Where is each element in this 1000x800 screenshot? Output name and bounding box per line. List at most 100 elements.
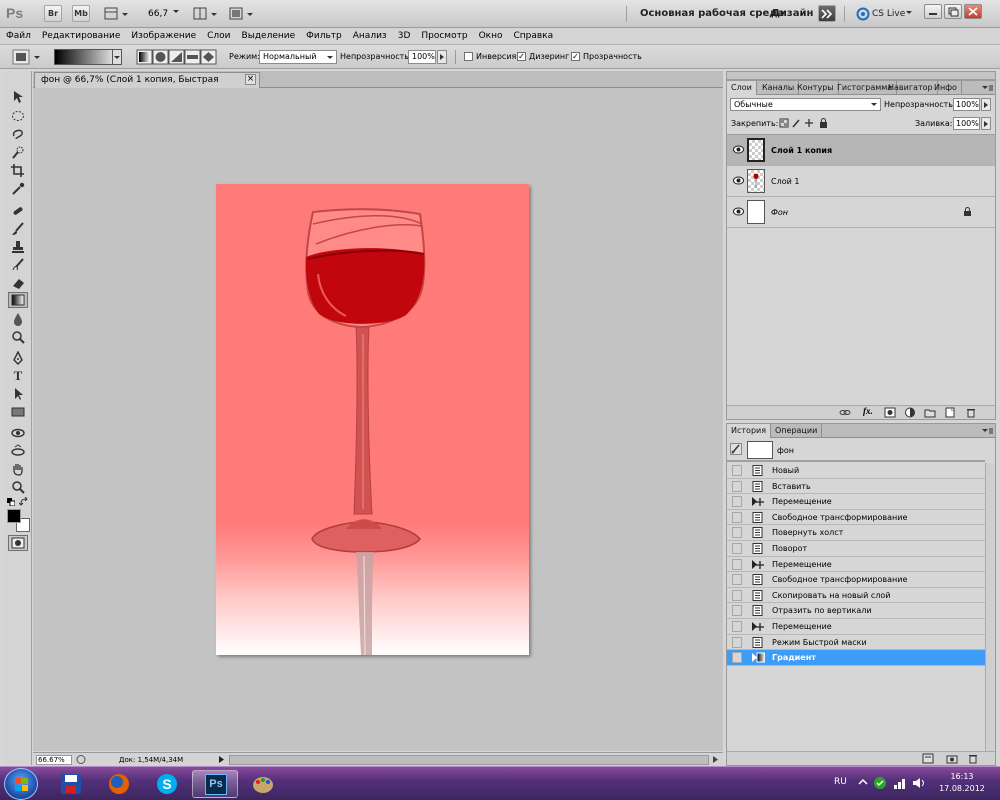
quick-selection-tool-icon[interactable] xyxy=(8,144,28,160)
menu-edit[interactable]: Редактирование xyxy=(42,31,121,41)
pen-tool-icon[interactable] xyxy=(8,350,28,366)
more-workspaces-button[interactable] xyxy=(818,5,836,22)
crop-tool-icon[interactable] xyxy=(8,163,28,179)
zoom-percentage-input[interactable]: 66.67% xyxy=(36,755,72,765)
new-layer-icon[interactable] xyxy=(944,407,956,418)
history-item[interactable]: Перемещение xyxy=(727,557,985,573)
firefox-icon[interactable] xyxy=(96,770,142,798)
menu-select[interactable]: Выделение xyxy=(242,31,296,41)
cs-live-label[interactable]: CS Live xyxy=(872,9,905,19)
history-source-checkbox[interactable] xyxy=(732,496,742,508)
chevron-down-icon[interactable] xyxy=(905,9,913,17)
tool-preset-icon[interactable] xyxy=(12,49,42,65)
chevron-down-icon[interactable] xyxy=(172,8,180,16)
horizontal-scrollbar[interactable] xyxy=(229,755,709,765)
tab-layers[interactable]: Слои xyxy=(727,81,757,95)
close-button[interactable] xyxy=(964,4,982,19)
show-hidden-icons[interactable] xyxy=(858,777,868,787)
eye-icon[interactable] xyxy=(733,145,744,154)
layer-row[interactable]: Слой 1 xyxy=(727,166,995,197)
status-info-icon[interactable] xyxy=(75,754,87,765)
move-tool-icon[interactable] xyxy=(8,89,28,105)
history-snapshot-row[interactable]: фон xyxy=(727,439,985,462)
zoom-level-display[interactable]: 66,7 xyxy=(148,9,168,19)
3d-orbit-tool-icon[interactable] xyxy=(8,443,28,459)
path-selection-tool-icon[interactable] xyxy=(8,386,28,402)
system-clock[interactable]: 16:13 17.08.2012 xyxy=(932,771,992,795)
volume-icon[interactable] xyxy=(912,776,926,790)
default-colors-icon[interactable] xyxy=(7,498,15,506)
menu-window[interactable]: Окно xyxy=(479,31,503,41)
arrange-documents-icon[interactable] xyxy=(193,6,219,22)
history-item[interactable]: Свободное трансформирование xyxy=(727,572,985,588)
history-scrollbar[interactable] xyxy=(985,463,995,751)
close-document-icon[interactable]: × xyxy=(245,74,256,85)
clone-stamp-tool-icon[interactable] xyxy=(8,239,28,255)
view-extras-icon[interactable] xyxy=(104,6,130,22)
fill-input[interactable]: 100% xyxy=(953,117,980,130)
tab-history[interactable]: История xyxy=(727,424,772,438)
menu-help[interactable]: Справка xyxy=(513,31,553,41)
cs-live-icon[interactable] xyxy=(856,7,870,21)
history-source-checkbox[interactable] xyxy=(732,465,742,476)
foreground-color-swatch[interactable] xyxy=(7,509,21,523)
3d-rotate-tool-icon[interactable] xyxy=(8,425,28,441)
history-item[interactable]: Новый xyxy=(727,463,985,479)
delete-layer-icon[interactable] xyxy=(965,407,977,418)
taskbar-save-app-icon[interactable] xyxy=(48,770,94,798)
menu-image[interactable]: Изображение xyxy=(131,31,196,41)
link-layers-icon[interactable] xyxy=(839,407,851,418)
skype-icon[interactable]: S xyxy=(144,770,190,798)
adjustment-layer-icon[interactable] xyxy=(904,407,916,418)
eye-icon[interactable] xyxy=(733,207,744,216)
lasso-tool-icon[interactable] xyxy=(8,126,28,142)
history-item[interactable]: Отразить по вертикали xyxy=(727,603,985,619)
tab-info[interactable]: Инфо xyxy=(930,81,962,95)
history-source-checkbox[interactable] xyxy=(732,621,742,632)
menu-analysis[interactable]: Анализ xyxy=(353,31,387,41)
bridge-button[interactable]: Br xyxy=(44,5,62,22)
history-source-checkbox[interactable] xyxy=(732,652,742,664)
minibridge-button[interactable]: Mb xyxy=(72,5,90,22)
transparency-checkbox[interactable]: ✓ xyxy=(571,52,580,61)
tab-actions[interactable]: Операции xyxy=(771,424,823,438)
dodge-tool-icon[interactable] xyxy=(8,329,28,345)
new-snapshot-icon[interactable] xyxy=(946,753,958,764)
update-tray-icon[interactable] xyxy=(873,776,887,790)
fill-slider-button[interactable] xyxy=(981,117,991,130)
history-source-checkbox[interactable] xyxy=(732,480,742,492)
swap-colors-icon[interactable] xyxy=(19,497,29,507)
layer-row[interactable]: Фон xyxy=(727,197,995,228)
history-item[interactable]: Перемещение xyxy=(727,494,985,510)
gradient-tool-icon[interactable] xyxy=(8,292,28,308)
language-indicator[interactable]: RU xyxy=(834,777,847,787)
eye-icon[interactable] xyxy=(733,176,744,185)
history-source-checkbox[interactable] xyxy=(732,574,742,586)
history-item[interactable]: Свободное трансформирование xyxy=(727,510,985,526)
workspace-design[interactable]: Дизайн xyxy=(771,8,813,19)
opacity-slider-button[interactable] xyxy=(437,50,447,64)
history-source-checkbox[interactable] xyxy=(732,558,742,570)
hand-tool-icon[interactable] xyxy=(8,461,28,477)
blend-mode-select[interactable]: Обычные xyxy=(730,98,881,111)
new-document-from-state-icon[interactable] xyxy=(922,753,934,764)
eyedropper-tool-icon[interactable] xyxy=(8,181,28,197)
mode-select[interactable]: Нормальный xyxy=(259,50,337,64)
layer-row[interactable]: Слой 1 копия xyxy=(727,135,995,166)
panel-menu-icon[interactable] xyxy=(981,84,993,92)
zoom-tool-icon[interactable] xyxy=(8,479,28,495)
history-item[interactable]: Режим Быстрой маски xyxy=(727,635,985,651)
workspace-essentials[interactable]: Основная рабочая среда xyxy=(640,8,784,19)
blur-tool-icon[interactable] xyxy=(8,311,28,327)
add-mask-icon[interactable] xyxy=(884,407,896,418)
snapshot-source-brush-icon[interactable] xyxy=(730,443,742,455)
menu-layers[interactable]: Слои xyxy=(207,31,230,41)
history-item[interactable]: Скопировать на новый слой xyxy=(727,588,985,604)
history-source-checkbox[interactable] xyxy=(732,527,742,539)
layer-opacity-slider-button[interactable] xyxy=(981,98,991,111)
start-button[interactable] xyxy=(4,768,38,800)
marquee-tool-icon[interactable] xyxy=(8,108,28,124)
tab-paths[interactable]: Контуры xyxy=(793,81,839,95)
minimize-button[interactable] xyxy=(924,4,942,19)
fx-icon[interactable]: fx. xyxy=(863,406,873,416)
